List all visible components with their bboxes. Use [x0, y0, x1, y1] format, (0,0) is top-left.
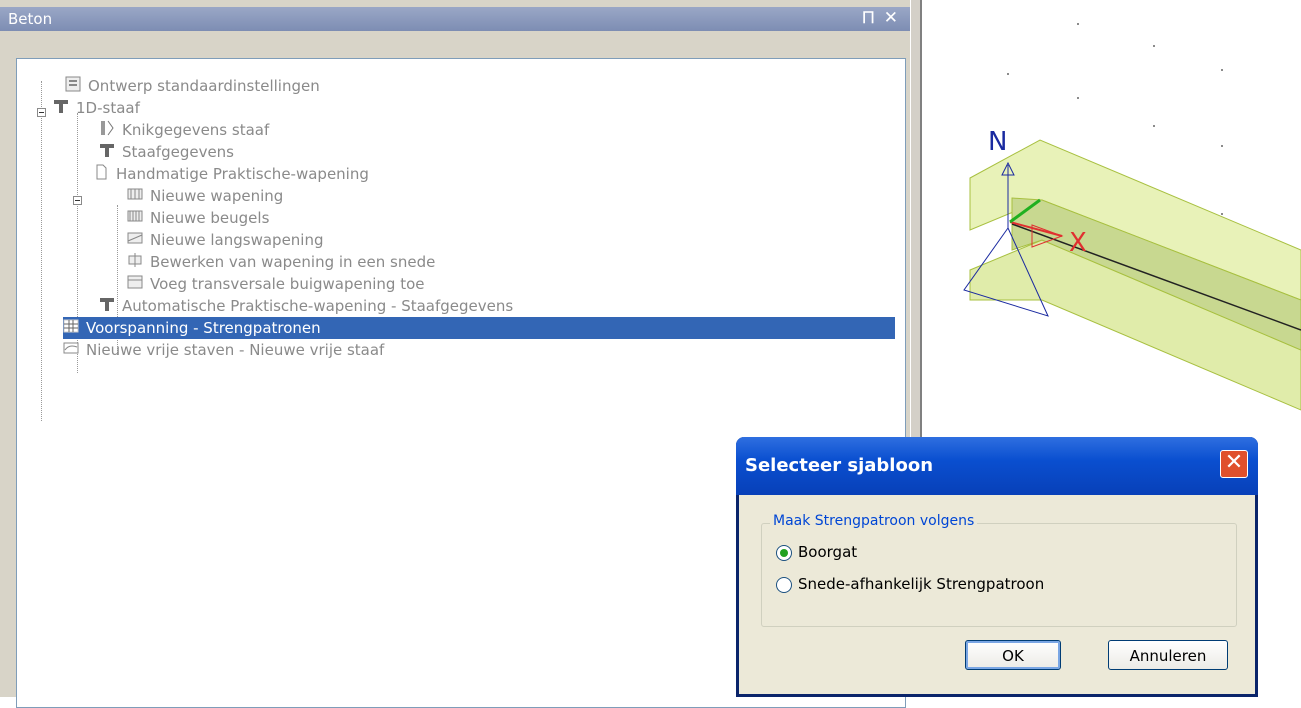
tree-item-staafgegevens[interactable]: Staafgegevens [99, 141, 237, 163]
dialog-title: Selecteer sjabloon [745, 455, 934, 476]
tree-item-nieuwe-wapening[interactable]: Nieuwe wapening [127, 185, 286, 207]
radio-label: Snede-afhankelijk Strengpatroon [798, 575, 1045, 593]
tree-item-bewerken[interactable]: Bewerken van wapening in een snede [127, 251, 438, 273]
beam-icon [99, 296, 115, 318]
tree-item-nieuwe-langswapening[interactable]: Nieuwe langswapening [127, 229, 327, 251]
reinforcement-icon [127, 186, 143, 208]
settings-sheet-icon [65, 76, 81, 98]
z-axis-label: N [988, 127, 1008, 157]
panel-title: Beton [8, 10, 53, 28]
radio-checked-icon[interactable] [776, 544, 792, 561]
free-bar-icon [63, 340, 79, 362]
strand-pattern-group: Maak Strengpatroon volgens Boorgat Snede… [761, 513, 1237, 627]
buckling-icon [99, 120, 115, 142]
x-axis-label: X [1069, 228, 1087, 258]
pin-icon[interactable]: ⨅ [863, 10, 874, 26]
close-icon: ✕ [1224, 450, 1244, 475]
beam-icon [53, 98, 69, 120]
cancel-button[interactable]: Annuleren [1108, 640, 1228, 670]
document-icon [93, 164, 109, 186]
longitudinal-icon [127, 230, 143, 252]
stirrups-icon [127, 208, 143, 230]
radio-unchecked-icon[interactable] [776, 576, 792, 593]
select-template-dialog: Selecteer sjabloon ✕ Maak Strengpatroon … [736, 437, 1258, 697]
dialog-title-bar: Selecteer sjabloon ✕ [736, 437, 1258, 495]
close-button[interactable]: ✕ [1220, 450, 1248, 478]
tree-item-knikgegevens[interactable]: Knikgegevens staaf [99, 119, 272, 141]
tree-item-nieuwe-vrije-staven[interactable]: Nieuwe vrije staven - Nieuwe vrije staaf [63, 339, 387, 361]
tree-expander[interactable] [37, 108, 46, 117]
tree-item-voorspanning[interactable]: Voorspanning - Strengpatronen [63, 317, 895, 339]
tree-item-automatische[interactable]: Automatische Praktische-wapening - Staaf… [99, 295, 516, 317]
panel-title-bar: Beton ⨅ ✕ [0, 7, 910, 31]
transverse-icon [127, 274, 143, 296]
radio-boorgat[interactable]: Boorgat [776, 542, 857, 562]
tree-item-1d-staaf[interactable]: 1D-staaf [53, 97, 143, 119]
radio-snede-afhankelijk[interactable]: Snede-afhankelijk Strengpatroon [776, 574, 1044, 594]
close-icon[interactable]: ✕ [884, 8, 898, 28]
tree-item-voeg-transversale[interactable]: Voeg transversale buigwapening toe [127, 273, 427, 295]
beam-icon [99, 142, 115, 164]
tree-connector [41, 81, 42, 421]
tree-item-ontwerp[interactable]: Ontwerp standaardinstellingen [65, 75, 323, 97]
tree-expander[interactable] [73, 196, 82, 205]
tree-item-handmatige[interactable]: Handmatige Praktische-wapening [93, 163, 372, 185]
group-label: Maak Strengpatroon volgens [770, 513, 978, 529]
ok-button[interactable]: OK [965, 640, 1061, 670]
radio-label: Boorgat [798, 543, 858, 561]
grid-icon [63, 318, 79, 340]
tree-item-nieuwe-beugels[interactable]: Nieuwe beugels [127, 207, 272, 229]
edit-section-icon [127, 252, 143, 274]
